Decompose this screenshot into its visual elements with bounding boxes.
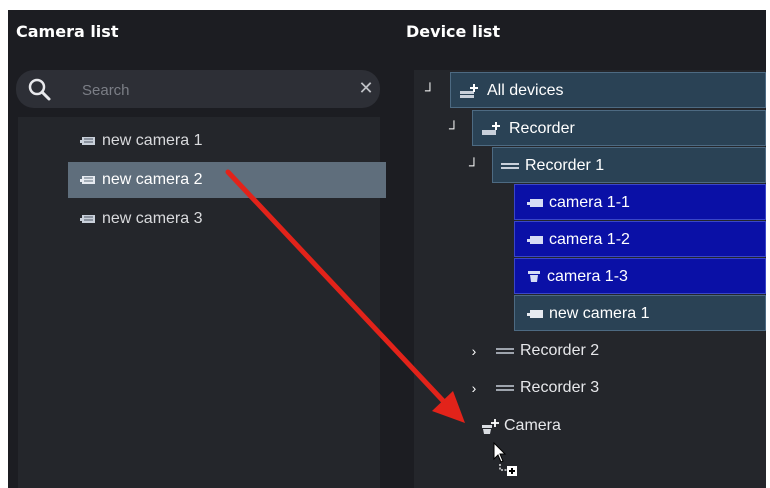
dome-camera-icon xyxy=(528,270,540,282)
camera-list-title: Camera list xyxy=(16,22,119,41)
recorder-icon xyxy=(496,384,514,391)
tree-node-camera[interactable]: camera 1-3 xyxy=(514,258,766,294)
tree-node-label: camera 1-1 xyxy=(549,194,630,211)
camera-list: new camera 1 new camera 2 new camera 3 xyxy=(18,117,386,488)
camera-list-panel: Camera list ✕ new camera 1 new camera 2 xyxy=(8,10,388,488)
camera-icon xyxy=(80,175,95,184)
close-icon[interactable]: ✕ xyxy=(356,78,376,98)
add-device-icon xyxy=(460,83,478,98)
tree-node-label: Recorder 1 xyxy=(525,157,605,174)
tree-node-recorder-3[interactable]: Recorder 3 xyxy=(496,370,599,406)
tree-node-camera[interactable]: camera 1-1 xyxy=(514,184,766,220)
search-bar: ✕ xyxy=(16,70,380,108)
camera-icon xyxy=(527,235,543,244)
camera-icon xyxy=(80,214,95,223)
tree-node-label: camera 1-3 xyxy=(547,268,628,285)
search-icon[interactable] xyxy=(26,76,52,102)
recorder-icon xyxy=(496,347,514,354)
camera-icon xyxy=(527,309,543,318)
add-device-icon xyxy=(482,121,500,135)
device-tree: ┘ All devices ┘ Recorder ┘ Recorder 1 ca… xyxy=(414,70,766,488)
camera-list-item-label: new camera 3 xyxy=(102,210,203,227)
camera-list-item-label: new camera 1 xyxy=(102,132,203,149)
chevron-expanded-icon[interactable]: ┘ xyxy=(446,110,462,146)
chevron-right-icon[interactable]: › xyxy=(466,370,482,406)
tree-node-new-camera[interactable]: new camera 1 xyxy=(514,295,766,331)
device-list-panel: Device list ┘ All devices ┘ Recorder ┘ R… xyxy=(388,10,766,488)
camera-list-item[interactable]: new camera 1 xyxy=(68,123,386,159)
tree-node-label: Camera xyxy=(504,417,561,434)
recorder-icon xyxy=(501,162,519,169)
drag-add-cursor-icon xyxy=(493,442,517,476)
device-list-title: Device list xyxy=(406,22,501,41)
tree-node-label: new camera 1 xyxy=(549,305,650,322)
tree-node-label: Recorder xyxy=(509,120,575,137)
chevron-right-icon[interactable]: › xyxy=(466,333,482,369)
camera-list-item-label: new camera 2 xyxy=(102,171,203,188)
tree-node-label: Recorder 3 xyxy=(520,379,600,396)
tree-node-recorder-1[interactable]: Recorder 1 xyxy=(492,147,766,183)
chevron-expanded-icon[interactable]: ┘ xyxy=(422,72,438,108)
chevron-expanded-icon[interactable]: ┘ xyxy=(466,147,482,183)
tree-node-recorder-group[interactable]: Recorder xyxy=(472,110,766,146)
tree-node-recorder-2[interactable]: Recorder 2 xyxy=(496,333,599,369)
tree-node-camera[interactable]: camera 1-2 xyxy=(514,221,766,257)
tree-node-label: Recorder 2 xyxy=(520,342,600,359)
app-window: Camera list ✕ new camera 1 new camera 2 xyxy=(8,10,766,488)
tree-node-label: All devices xyxy=(487,82,564,99)
tree-node-label: camera 1-2 xyxy=(549,231,630,248)
camera-list-item[interactable]: new camera 3 xyxy=(68,201,386,237)
camera-list-item-selected[interactable]: new camera 2 xyxy=(68,162,386,198)
tree-node-camera-group[interactable]: Camera xyxy=(480,408,561,444)
camera-icon xyxy=(527,198,543,207)
tree-node-all-devices[interactable]: All devices xyxy=(450,72,766,108)
camera-icon xyxy=(80,136,95,145)
add-device-icon xyxy=(482,418,499,434)
search-input[interactable] xyxy=(80,78,324,102)
